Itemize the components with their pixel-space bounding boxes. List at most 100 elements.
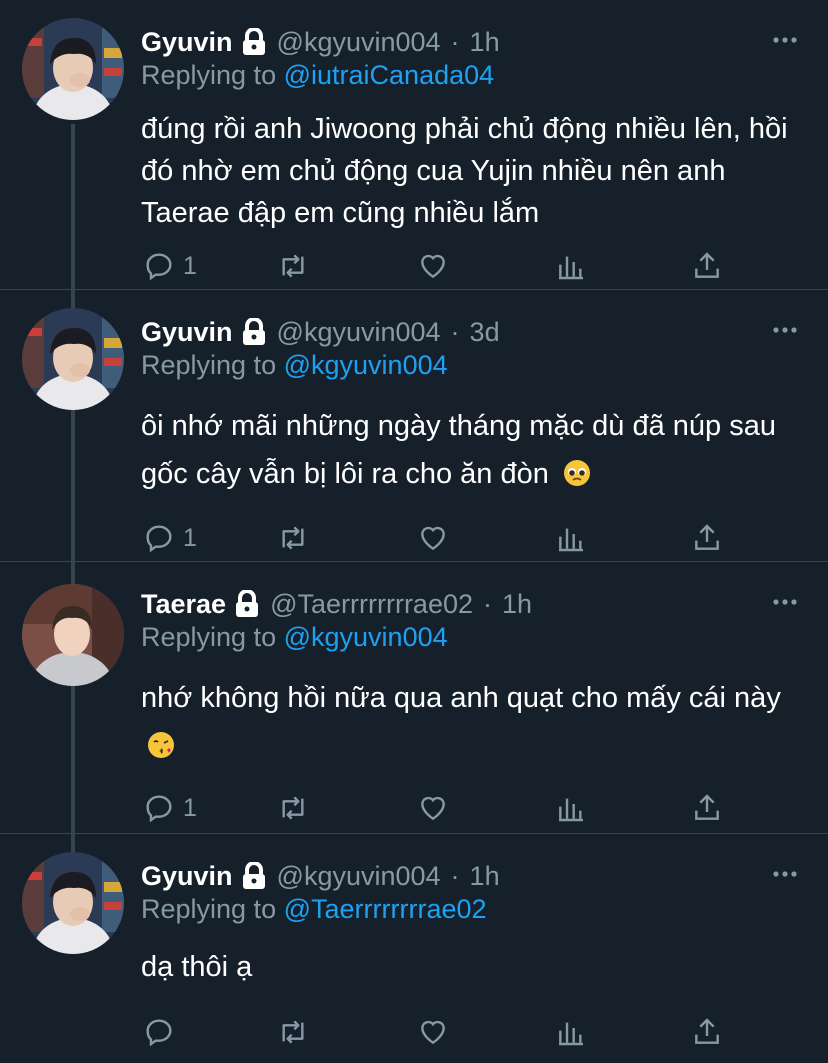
user-handle[interactable]: @kgyuvin004 bbox=[277, 861, 441, 892]
timestamp[interactable]: 1h bbox=[502, 589, 532, 620]
reply-count: 1 bbox=[183, 251, 197, 280]
lock-icon bbox=[242, 28, 265, 55]
separator-dot: · bbox=[450, 860, 460, 891]
user-handle[interactable]: @Taerrrrrrrrae02 bbox=[270, 589, 473, 620]
avatar[interactable] bbox=[22, 584, 124, 686]
avatar-gyuvin-icon bbox=[22, 852, 124, 954]
replying-to-label: Replying to bbox=[141, 60, 277, 90]
tweet-actions: 1 bbox=[141, 520, 741, 556]
mention-link[interactable]: @kgyuvin004 bbox=[284, 622, 448, 652]
user-handle[interactable]: @kgyuvin004 bbox=[277, 27, 441, 58]
like-button[interactable] bbox=[417, 520, 449, 556]
pleading-face-icon bbox=[563, 460, 590, 486]
like-button[interactable] bbox=[417, 1014, 449, 1050]
mention-link[interactable]: @Taerrrrrrrrae02 bbox=[284, 894, 487, 924]
kissing-face-icon bbox=[148, 732, 174, 758]
timestamp[interactable]: 1h bbox=[470, 27, 500, 58]
retweet-button[interactable] bbox=[277, 790, 309, 826]
tweet-text-content: dạ thôi ạ bbox=[141, 951, 253, 983]
analytics-icon bbox=[559, 256, 583, 280]
share-icon bbox=[695, 252, 719, 278]
tweet[interactable]: Taerae @Taerrrrrrrrae02 · 1h Replying to… bbox=[0, 562, 828, 834]
replying-to: Replying to @iutraiCanada04 bbox=[141, 60, 494, 91]
heart-icon bbox=[421, 526, 445, 551]
more-options-icon[interactable] bbox=[772, 36, 798, 44]
share-icon bbox=[695, 1018, 719, 1044]
tweet-text: dạ thôi ạ bbox=[141, 946, 806, 988]
display-name[interactable]: Gyuvin bbox=[141, 861, 233, 892]
tweet[interactable]: Gyuvin @kgyuvin004 · 3d Replying to @kgy… bbox=[0, 290, 828, 562]
separator-dot: · bbox=[450, 316, 460, 347]
tweet-text-content: ôi nhớ mãi những ngày tháng mặc dù đã nú… bbox=[141, 410, 776, 490]
lock-icon bbox=[242, 862, 265, 889]
tweet-actions: 1 bbox=[141, 790, 741, 826]
analytics-icon bbox=[559, 528, 583, 552]
analytics-button[interactable] bbox=[555, 248, 587, 284]
tweet-actions: 1 bbox=[141, 248, 741, 284]
share-button[interactable] bbox=[691, 248, 723, 284]
replying-to: Replying to @Taerrrrrrrrae02 bbox=[141, 894, 487, 925]
avatar-gyuvin-icon bbox=[22, 308, 124, 410]
like-button[interactable] bbox=[417, 248, 449, 284]
analytics-button[interactable] bbox=[555, 520, 587, 556]
retweet-icon bbox=[282, 1020, 304, 1044]
like-button[interactable] bbox=[417, 790, 449, 826]
more-options-icon[interactable] bbox=[772, 870, 798, 878]
lock-icon bbox=[236, 590, 259, 617]
share-button[interactable] bbox=[691, 1014, 723, 1050]
separator-dot: · bbox=[483, 588, 492, 619]
more-options-icon[interactable] bbox=[772, 598, 798, 606]
analytics-button[interactable] bbox=[555, 1014, 587, 1050]
display-name[interactable]: Gyuvin bbox=[141, 27, 233, 58]
replying-to-label: Replying to bbox=[141, 622, 277, 652]
share-icon bbox=[695, 794, 719, 820]
avatar-taerae-icon bbox=[22, 584, 124, 686]
share-button[interactable] bbox=[691, 520, 723, 556]
avatar[interactable] bbox=[22, 852, 124, 954]
retweet-button[interactable] bbox=[277, 1014, 309, 1050]
analytics-icon bbox=[559, 798, 583, 822]
retweet-button[interactable] bbox=[277, 520, 309, 556]
replying-to-label: Replying to bbox=[141, 350, 277, 380]
heart-icon bbox=[421, 1020, 445, 1045]
avatar[interactable] bbox=[22, 18, 124, 120]
reply-button[interactable]: 1 bbox=[143, 790, 197, 826]
analytics-icon bbox=[559, 1022, 583, 1046]
share-button[interactable] bbox=[691, 790, 723, 826]
avatar-gyuvin-icon bbox=[22, 18, 124, 120]
reply-button[interactable] bbox=[143, 1014, 183, 1050]
tweet-text: ôi nhớ mãi những ngày tháng mặc dù đã nú… bbox=[141, 402, 806, 498]
retweet-icon bbox=[282, 796, 304, 820]
display-name[interactable]: Gyuvin bbox=[141, 317, 233, 348]
heart-icon bbox=[421, 796, 445, 821]
more-options-icon[interactable] bbox=[772, 326, 798, 334]
tweet-text-content: nhớ không hồi nữa qua anh quạt cho mấy c… bbox=[141, 682, 781, 714]
retweet-button[interactable] bbox=[277, 248, 309, 284]
tweet[interactable]: Gyuvin @kgyuvin004 · 1h Replying to @Tae… bbox=[0, 834, 828, 1063]
reply-icon bbox=[146, 795, 172, 823]
avatar[interactable] bbox=[22, 308, 124, 410]
reply-icon bbox=[146, 253, 172, 281]
tweet-actions bbox=[141, 1014, 741, 1050]
timestamp[interactable]: 3d bbox=[470, 317, 500, 348]
tweet-text: nhớ không hồi nữa qua anh quạt cho mấy c… bbox=[141, 674, 806, 770]
timestamp[interactable]: 1h bbox=[470, 861, 500, 892]
replying-to: Replying to @kgyuvin004 bbox=[141, 350, 448, 381]
tweet-header: Gyuvin @kgyuvin004 · 1h bbox=[141, 856, 808, 896]
reply-count: 1 bbox=[183, 793, 197, 822]
reply-button[interactable]: 1 bbox=[143, 520, 197, 556]
user-handle[interactable]: @kgyuvin004 bbox=[277, 317, 441, 348]
mention-link[interactable]: @iutraiCanada04 bbox=[284, 60, 495, 90]
tweet[interactable]: Gyuvin @kgyuvin004 · 1h Replying to @iut… bbox=[0, 0, 828, 290]
retweet-icon bbox=[282, 526, 304, 550]
share-icon bbox=[695, 524, 719, 550]
reply-button[interactable]: 1 bbox=[143, 248, 197, 284]
analytics-button[interactable] bbox=[555, 790, 587, 826]
reply-icon bbox=[146, 1019, 172, 1047]
display-name[interactable]: Taerae bbox=[141, 589, 226, 620]
heart-icon bbox=[421, 254, 445, 279]
replying-to: Replying to @kgyuvin004 bbox=[141, 622, 448, 653]
retweet-icon bbox=[282, 254, 304, 278]
lock-icon bbox=[242, 318, 265, 345]
mention-link[interactable]: @kgyuvin004 bbox=[284, 350, 448, 380]
